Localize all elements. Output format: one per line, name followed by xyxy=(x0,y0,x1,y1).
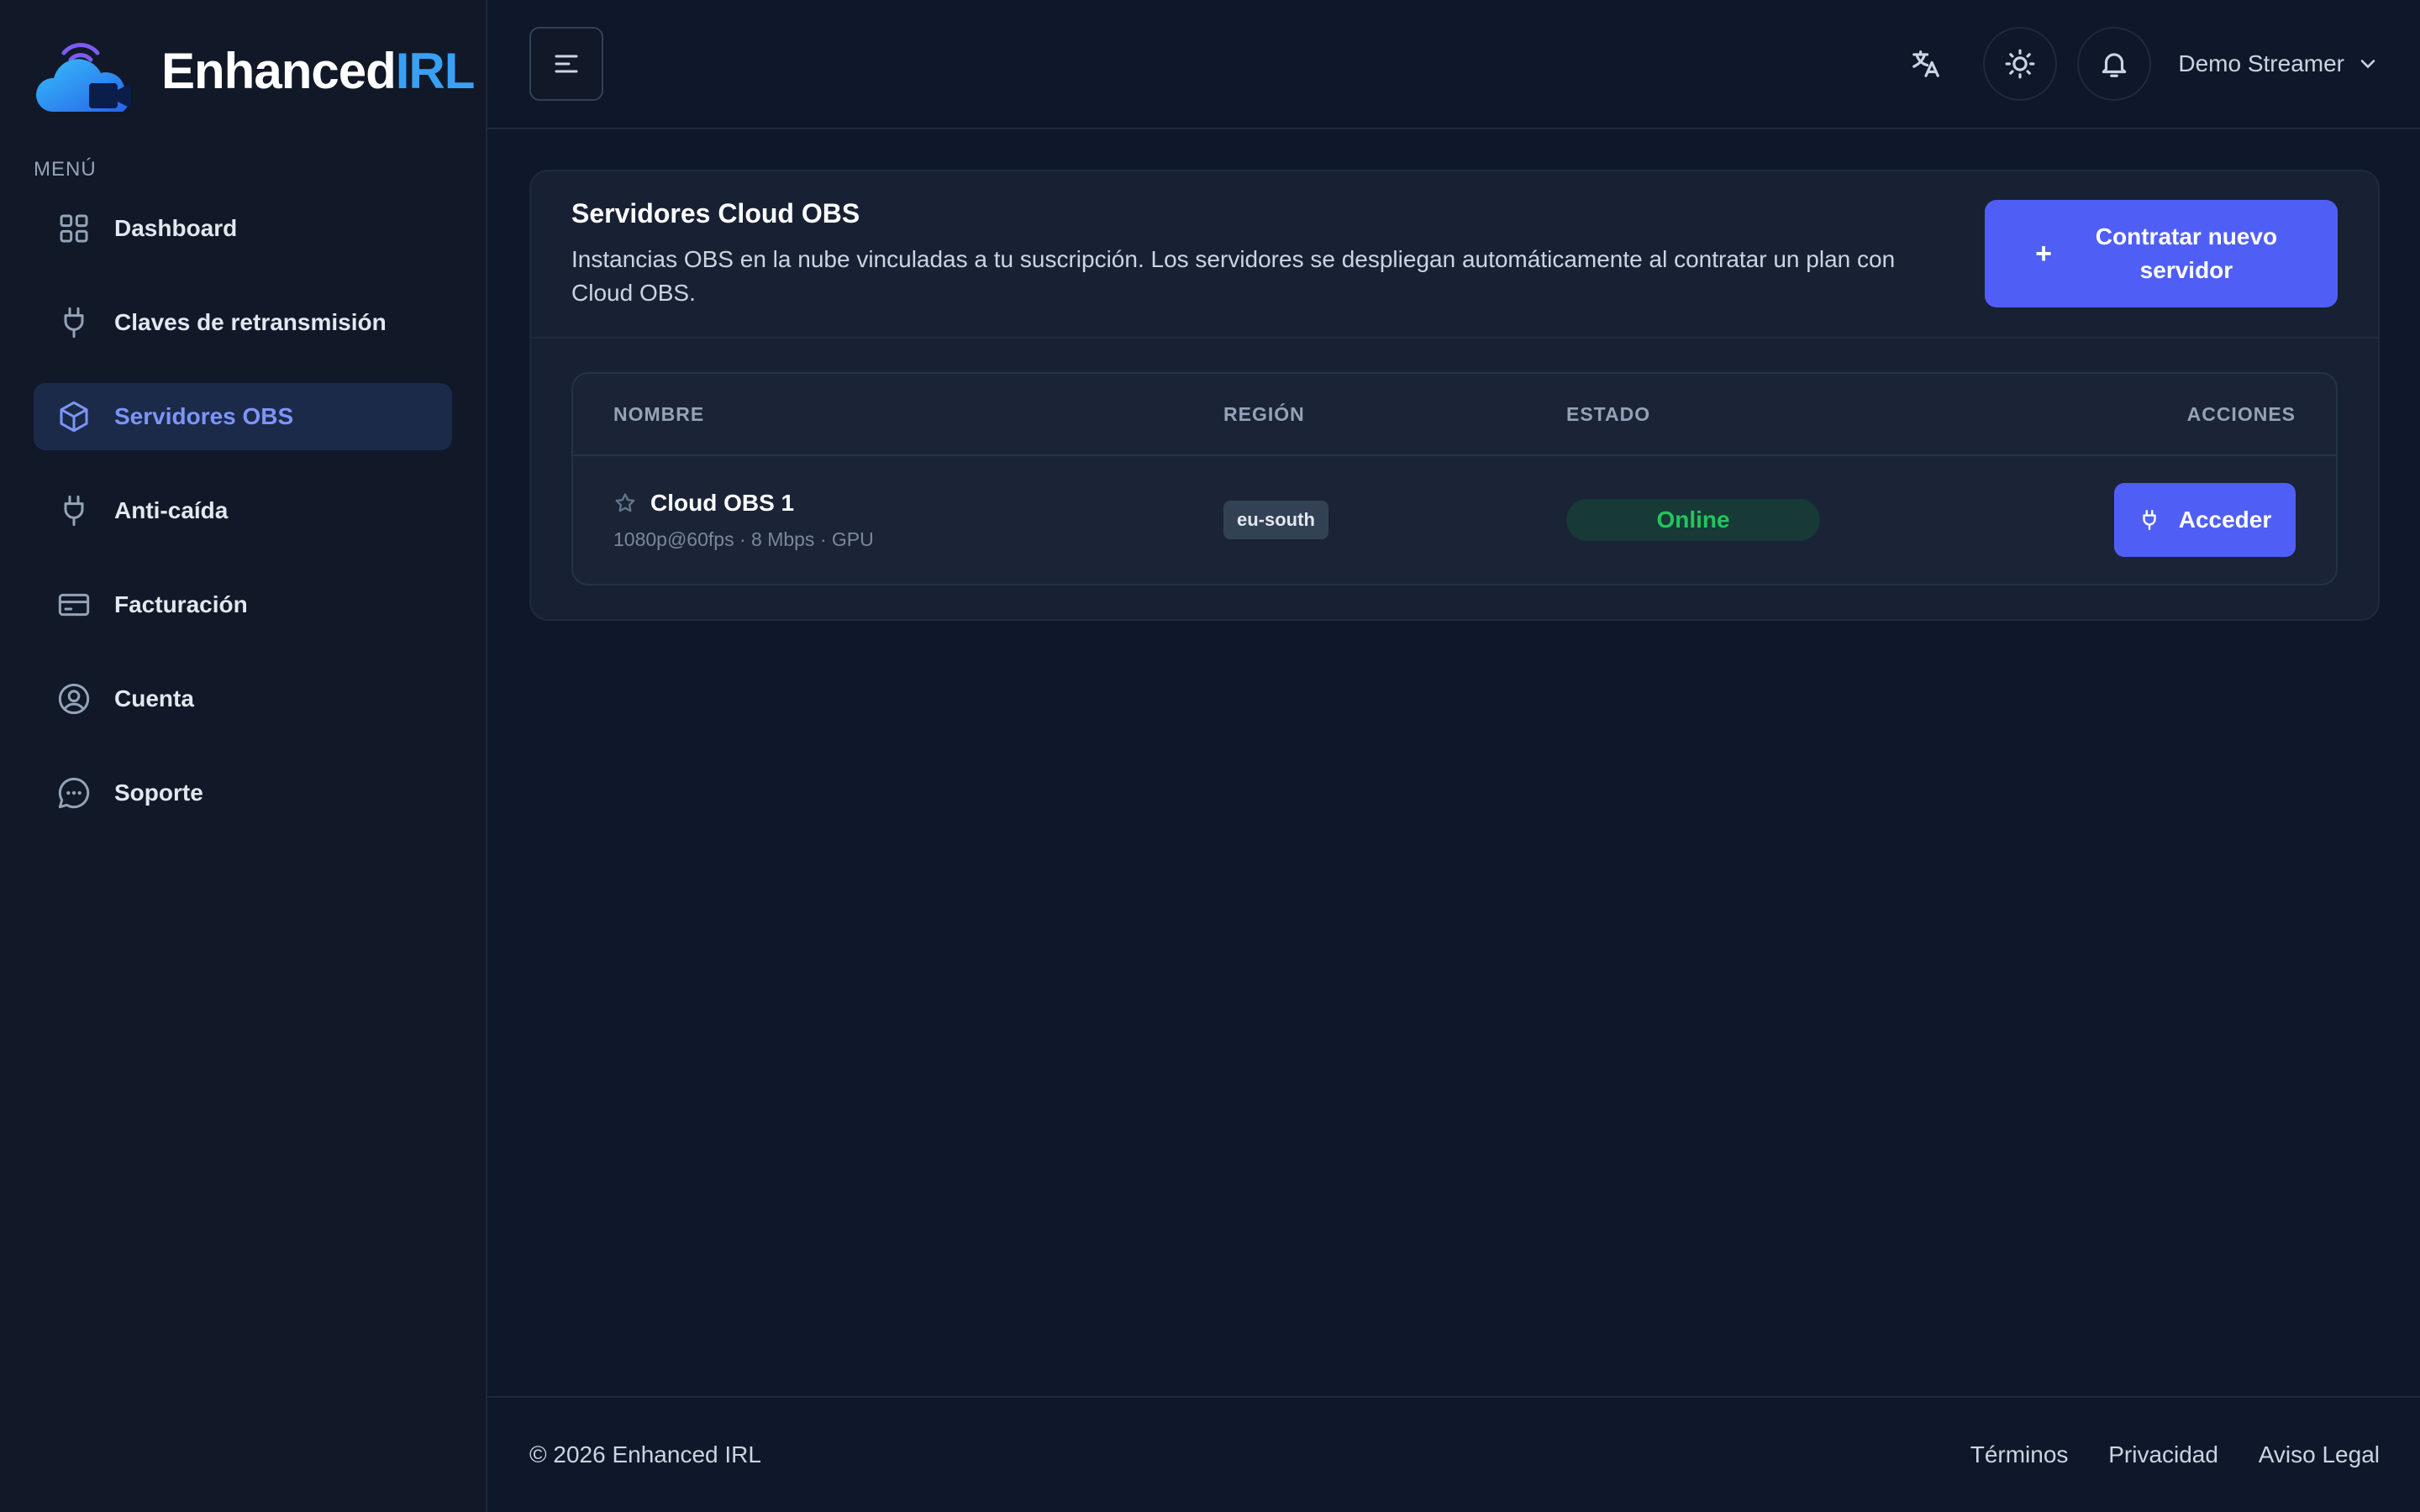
footer-link-terms[interactable]: Términos xyxy=(1970,1441,2069,1467)
table-container: NOMBRE REGIÓN ESTADO ACCIONES Cloud OBS … xyxy=(531,339,2378,619)
access-button-label: Acceder xyxy=(2178,507,2272,533)
plug-icon xyxy=(64,307,84,339)
card-header-text: Servidores Cloud OBS Instancias OBS en l… xyxy=(571,198,1949,310)
brand-name-part2: IRL xyxy=(395,42,476,99)
column-header-state: ESTADO xyxy=(1566,402,1651,425)
user-name: Demo Streamer xyxy=(2178,50,2344,76)
new-server-button-label: Contratar nuevo servidor xyxy=(2095,223,2278,283)
table-row: Cloud OBS 1 1080p@60fps · 8 Mbps · GPU e… xyxy=(573,456,2336,584)
menu-toggle-button[interactable] xyxy=(529,27,603,101)
sidebar-item-billing[interactable]: Facturación xyxy=(34,571,452,638)
plug-icon xyxy=(64,495,84,527)
sidebar-item-label: Claves de retransmisión xyxy=(114,309,387,335)
sidebar-nav: Dashboard Claves de retransmisión Servid… xyxy=(34,195,452,827)
server-name-cell: Cloud OBS 1 1080p@60fps · 8 Mbps · GPU xyxy=(613,490,1223,551)
plus-icon: + xyxy=(2035,238,2052,270)
notifications-button[interactable] xyxy=(2077,27,2152,101)
servers-card: Servidores Cloud OBS Instancias OBS en l… xyxy=(529,170,2380,621)
server-region-cell: eu-south xyxy=(1223,501,1566,539)
topbar-actions: Demo Streamer xyxy=(1869,27,2380,101)
chat-icon xyxy=(58,777,90,809)
chevron-down-icon xyxy=(2360,60,2375,69)
brand-logo[interactable]: EnhancedIRL xyxy=(34,0,475,141)
cloud-camera-logo-icon xyxy=(35,43,131,112)
column-header-name: NOMBRE xyxy=(613,402,705,425)
footer: © 2026 Enhanced IRL Términos Privacidad … xyxy=(487,1396,2420,1512)
brand-name-part1: Enhanced xyxy=(161,42,397,99)
footer-links: Términos Privacidad Aviso Legal xyxy=(1937,1441,2380,1468)
hamburger-icon xyxy=(555,55,578,73)
new-server-button[interactable]: + Contratar nuevo servidor xyxy=(1985,200,2338,307)
sidebar-item-anti-drop[interactable]: Anti-caída xyxy=(34,477,452,544)
language-button[interactable] xyxy=(1889,27,1963,101)
footer-link-privacy[interactable]: Privacidad xyxy=(2108,1441,2218,1467)
user-menu[interactable]: Demo Streamer xyxy=(2178,50,2380,77)
theme-toggle-button[interactable] xyxy=(1983,27,2058,101)
app-root: EnhancedIRL MENÚ Dashboard Claves de ret… xyxy=(0,0,2420,1512)
credit-card-icon xyxy=(58,593,90,617)
status-badge: Online xyxy=(1566,499,1820,541)
cube-icon xyxy=(60,401,88,433)
region-badge: eu-south xyxy=(1223,501,1328,539)
sidebar-item-label: Dashboard xyxy=(114,215,238,241)
grid-icon xyxy=(60,214,88,243)
copyright: © 2026 Enhanced IRL xyxy=(529,1441,761,1467)
sidebar-item-account[interactable]: Cuenta xyxy=(34,665,452,732)
sidebar-item-obs-servers[interactable]: Servidores OBS xyxy=(34,383,452,450)
sidebar-item-label: Soporte xyxy=(114,780,203,806)
sidebar-item-label: Servidores OBS xyxy=(114,403,294,429)
sidebar-item-label: Facturación xyxy=(114,591,248,617)
sidebar-item-label: Cuenta xyxy=(114,685,194,711)
server-actions-cell: Acceder xyxy=(1986,483,2296,557)
translate-icon xyxy=(1912,50,1940,77)
brand-name: EnhancedIRL xyxy=(161,42,476,100)
servers-table: NOMBRE REGIÓN ESTADO ACCIONES Cloud OBS … xyxy=(571,372,2338,585)
page-content: Servidores Cloud OBS Instancias OBS en l… xyxy=(487,129,2420,1396)
sidebar: EnhancedIRL MENÚ Dashboard Claves de ret… xyxy=(0,0,487,1512)
bell-icon xyxy=(2102,53,2127,77)
column-header-region: REGIÓN xyxy=(1223,402,1305,425)
page-title: Servidores Cloud OBS xyxy=(571,198,860,228)
server-specs: 1080p@60fps · 8 Mbps · GPU xyxy=(613,528,874,550)
star-icon[interactable] xyxy=(613,491,637,515)
server-name-text: Cloud OBS 1 xyxy=(650,489,795,516)
sidebar-item-support[interactable]: Soporte xyxy=(34,759,452,827)
column-header-actions: ACCIONES xyxy=(2186,402,2296,425)
main-area: Demo Streamer Servidores Cloud OBS Insta… xyxy=(487,0,2420,1512)
topbar: Demo Streamer xyxy=(487,0,2420,129)
user-circle-icon xyxy=(58,683,90,715)
plug-icon xyxy=(2143,509,2156,531)
sidebar-item-label: Anti-caída xyxy=(114,497,229,523)
menu-label: MENÚ xyxy=(34,158,97,181)
footer-link-legal[interactable]: Aviso Legal xyxy=(2259,1441,2380,1467)
sidebar-item-dashboard[interactable]: Dashboard xyxy=(34,195,452,262)
page-description: Instancias OBS en la nube vinculadas a t… xyxy=(571,246,1896,306)
table-header: NOMBRE REGIÓN ESTADO ACCIONES xyxy=(573,374,2336,456)
server-status-cell: Online xyxy=(1566,499,1986,541)
sidebar-item-stream-keys[interactable]: Claves de retransmisión xyxy=(34,289,452,356)
access-button[interactable]: Acceder xyxy=(2114,483,2296,557)
sun-icon xyxy=(2005,49,2035,79)
card-header: Servidores Cloud OBS Instancias OBS en l… xyxy=(531,171,2378,339)
server-name: Cloud OBS 1 xyxy=(613,490,1223,517)
